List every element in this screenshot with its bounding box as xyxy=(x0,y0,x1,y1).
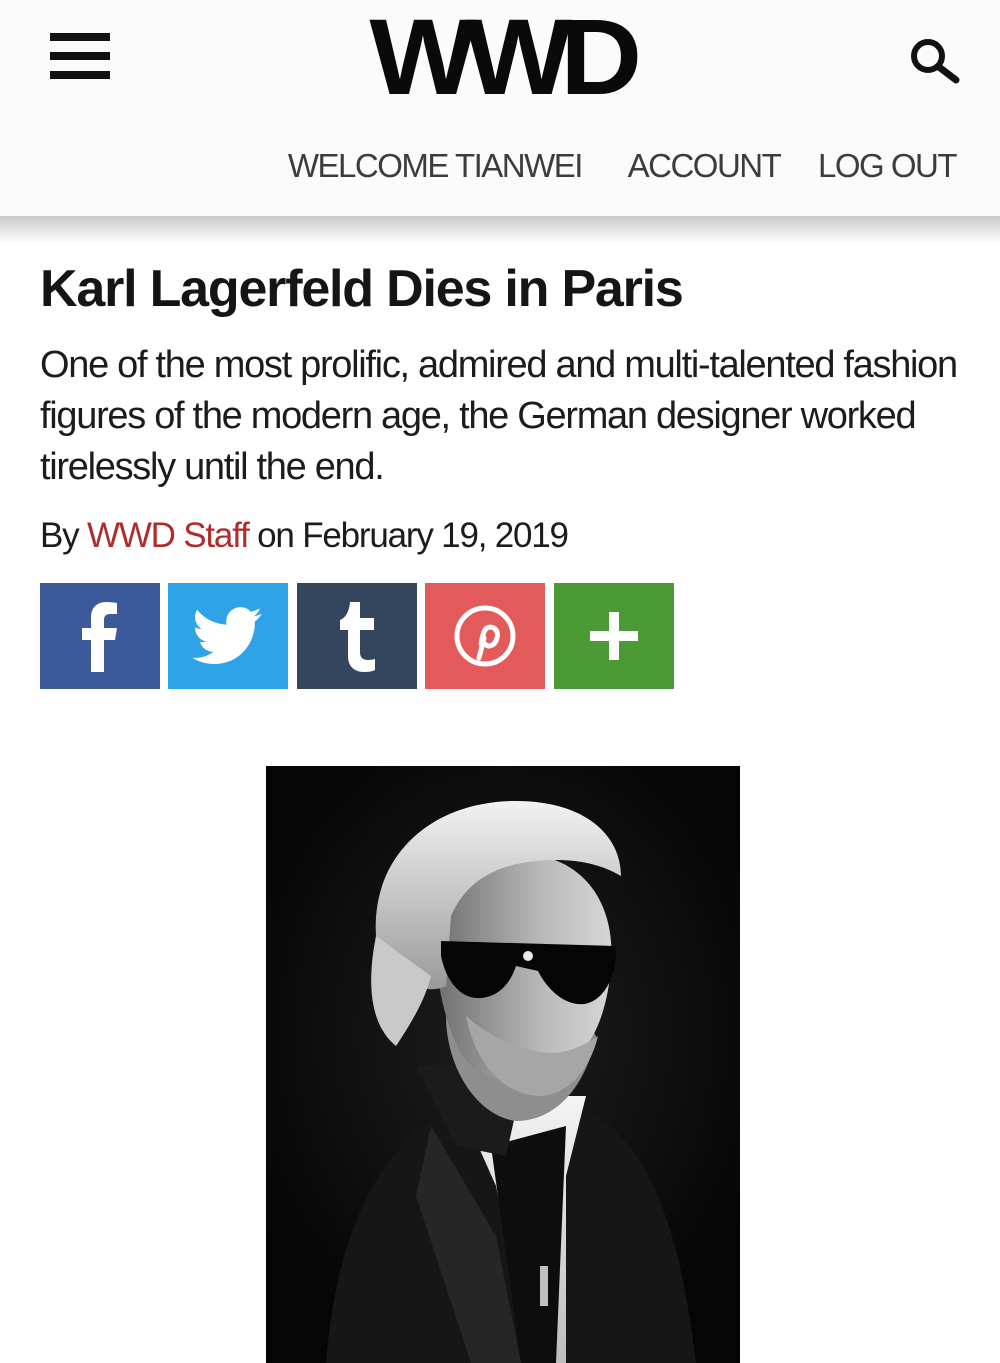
welcome-text: WELCOME TIANWEI xyxy=(287,147,584,184)
twitter-icon xyxy=(193,607,262,664)
publish-date: February 19, 2019 xyxy=(302,516,569,555)
share-more-button[interactable] xyxy=(554,583,674,689)
pinterest-icon xyxy=(454,605,516,667)
user-nav: WELCOME TIANWEI ACCOUNT LOG OUT xyxy=(287,146,958,186)
article-photo xyxy=(266,766,740,1363)
article-headline: Karl Lagerfeld Dies in Paris xyxy=(40,260,684,318)
search-icon[interactable] xyxy=(908,36,964,86)
wwd-logo[interactable]: WWD xyxy=(353,3,647,111)
portrait-image xyxy=(266,766,740,1363)
tumblr-icon xyxy=(340,602,375,672)
share-twitter-button[interactable] xyxy=(168,583,288,689)
share-pinterest-button[interactable] xyxy=(425,583,545,689)
facebook-icon xyxy=(82,602,117,672)
article-dek: One of the most prolific, admired and mu… xyxy=(40,344,958,488)
share-tumblr-button[interactable] xyxy=(297,583,417,689)
plus-icon xyxy=(590,612,638,660)
date-prefix: on xyxy=(257,516,295,555)
header-shadow xyxy=(0,216,1000,244)
byline-prefix: By xyxy=(40,516,80,555)
site-header: WWD WELCOME TIANWEI ACCOUNT LOG OUT xyxy=(0,0,1000,218)
hamburger-menu-icon[interactable] xyxy=(50,33,110,79)
share-facebook-button[interactable] xyxy=(40,583,160,689)
author-link[interactable]: WWD Staff xyxy=(87,516,250,555)
account-link[interactable]: ACCOUNT xyxy=(628,146,782,186)
byline: By WWD Staff on February 19, 2019 xyxy=(40,514,569,558)
logout-link[interactable]: LOG OUT xyxy=(818,146,958,186)
